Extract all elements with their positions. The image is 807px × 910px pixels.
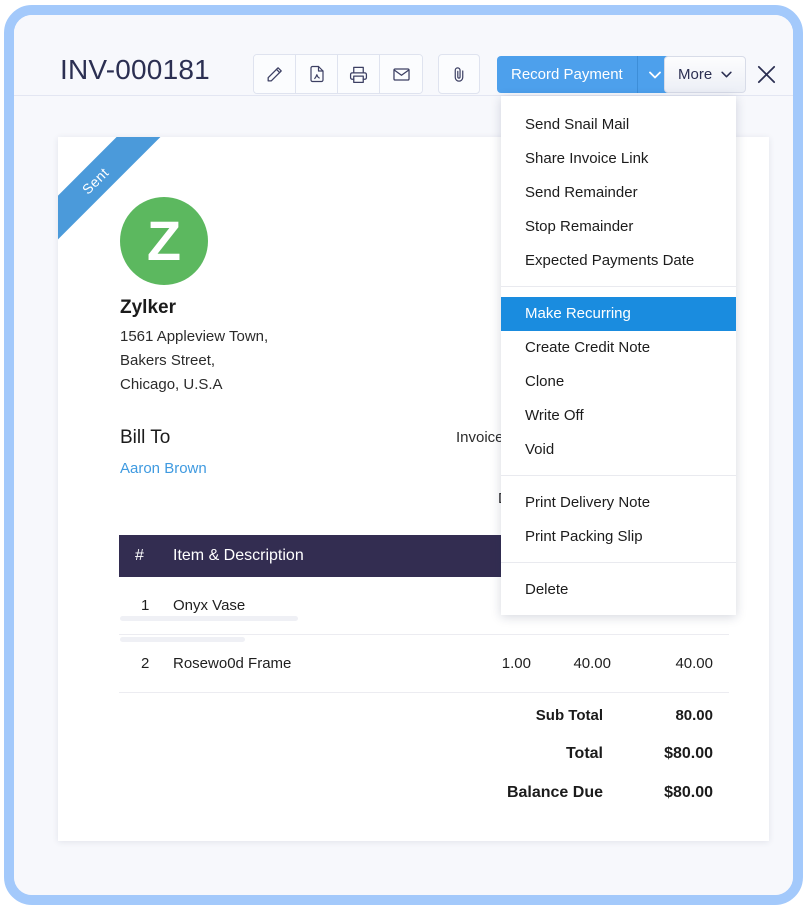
- menu-item-clone[interactable]: Clone: [501, 365, 736, 399]
- record-payment-button[interactable]: Record Payment: [497, 56, 638, 93]
- print-icon: [349, 65, 368, 84]
- pdf-button[interactable]: [296, 55, 338, 93]
- totals-label: Sub Total: [536, 707, 643, 724]
- bill-to-customer-link[interactable]: Aaron Brown: [120, 460, 207, 477]
- page-title: INV-000181: [60, 54, 210, 86]
- menu-item-write-off[interactable]: Write Off: [501, 399, 736, 433]
- menu-item-void[interactable]: Void: [501, 433, 736, 467]
- menu-group: Print Delivery Note Print Packing Slip: [501, 475, 736, 562]
- menu-item-send-snail-mail[interactable]: Send Snail Mail: [501, 108, 736, 142]
- totals-row-total: Total $80.00: [458, 745, 729, 763]
- menu-item-print-delivery-note[interactable]: Print Delivery Note: [501, 486, 736, 520]
- company-address: 1561 Appleview Town, Bakers Street, Chic…: [120, 325, 268, 397]
- menu-item-create-credit-note[interactable]: Create Credit Note: [501, 331, 736, 365]
- invoice-meta-label: Invoice: [456, 429, 504, 446]
- bill-to-heading: Bill To: [120, 427, 170, 449]
- icon-button-group: [253, 54, 423, 94]
- totals-label: Balance Due: [507, 784, 643, 802]
- edit-button[interactable]: [254, 55, 296, 93]
- totals-label: Total: [566, 745, 643, 763]
- close-icon: [755, 63, 778, 86]
- company-name: Zylker: [120, 297, 176, 319]
- chevron-down-icon: [721, 71, 732, 78]
- more-dropdown-menu: Send Snail Mail Share Invoice Link Send …: [501, 96, 736, 615]
- header-description: Item & Description: [165, 535, 461, 577]
- cell-description: Onyx Vase: [165, 577, 461, 635]
- record-payment-split-button: Record Payment: [497, 56, 672, 93]
- paperclip-icon: [450, 65, 468, 83]
- menu-group: Delete: [501, 562, 736, 615]
- menu-item-expected-payments-date[interactable]: Expected Payments Date: [501, 244, 736, 278]
- totals-value: 80.00: [643, 707, 729, 724]
- company-logo-letter: Z: [147, 213, 181, 269]
- table-row: 2 Rosewo0d Frame 1.00 40.00 40.00: [119, 635, 729, 693]
- chevron-down-icon: [649, 71, 661, 79]
- menu-item-share-invoice-link[interactable]: Share Invoice Link: [501, 142, 736, 176]
- invoice-detail-window: INV-000181: [14, 15, 793, 895]
- pdf-icon: [308, 65, 326, 83]
- cell-amount: 40.00: [629, 635, 729, 693]
- menu-group: Make Recurring Create Credit Note Clone …: [501, 286, 736, 475]
- cell-number: 1: [119, 577, 165, 635]
- cell-qty: 1.00: [461, 635, 545, 693]
- menu-group: Send Snail Mail Share Invoice Link Send …: [501, 104, 736, 286]
- email-button[interactable]: [380, 55, 422, 93]
- edit-icon: [265, 65, 284, 84]
- email-icon: [392, 65, 411, 84]
- cell-number: 2: [119, 635, 165, 693]
- status-badge-label: Sent: [78, 164, 111, 197]
- totals-row-balance-due: Balance Due $80.00: [458, 784, 729, 802]
- totals-value: $80.00: [643, 745, 729, 763]
- close-button[interactable]: [752, 60, 780, 88]
- cell-rate: 40.00: [545, 635, 629, 693]
- menu-item-make-recurring[interactable]: Make Recurring: [501, 297, 736, 331]
- attach-button[interactable]: [438, 54, 480, 94]
- totals-block: Sub Total 80.00 Total $80.00 Balance Due…: [458, 707, 729, 823]
- menu-item-stop-remainder[interactable]: Stop Remainder: [501, 210, 736, 244]
- more-button[interactable]: More: [664, 56, 746, 93]
- totals-row-sub-total: Sub Total 80.00: [458, 707, 729, 724]
- header-number: #: [119, 535, 165, 577]
- cell-description: Rosewo0d Frame: [165, 635, 461, 693]
- menu-item-delete[interactable]: Delete: [501, 573, 736, 607]
- more-button-label: More: [678, 66, 712, 83]
- company-logo: Z: [120, 197, 208, 285]
- top-toolbar: INV-000181: [14, 15, 793, 96]
- menu-item-send-remainder[interactable]: Send Remainder: [501, 176, 736, 210]
- print-button[interactable]: [338, 55, 380, 93]
- device-frame: INV-000181: [4, 5, 803, 905]
- menu-item-print-packing-slip[interactable]: Print Packing Slip: [501, 520, 736, 554]
- totals-value: $80.00: [643, 784, 729, 802]
